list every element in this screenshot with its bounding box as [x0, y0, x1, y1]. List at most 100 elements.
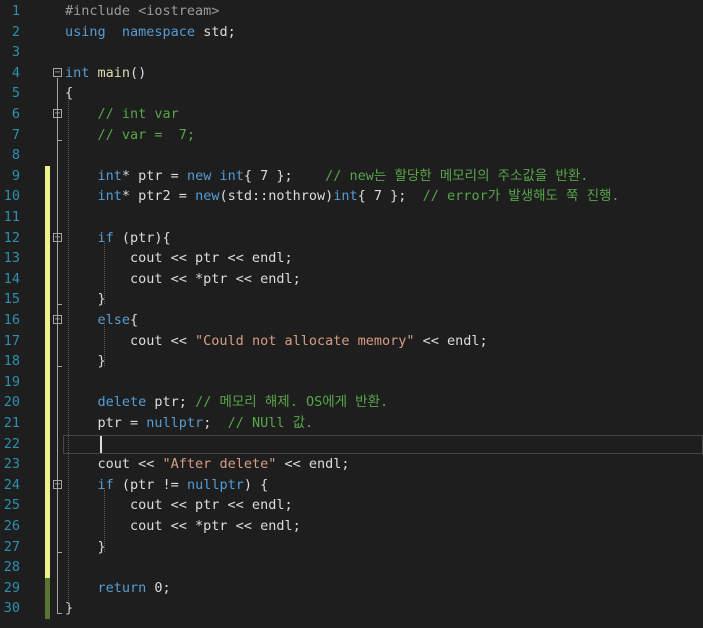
code-token: new [195, 188, 220, 205]
code-token: cout << [65, 456, 163, 473]
code-token: #include <iostream> [65, 3, 220, 19]
code-token: (ptr){ [113, 229, 171, 246]
code-token: new [186, 167, 212, 184]
code-line[interactable]: 30} [0, 598, 703, 619]
line-number: 28 [3, 559, 20, 576]
line-number: 2 [11, 23, 20, 40]
code-line[interactable]: 10 int* ptr2 = new(std::nothrow)int{ 7 }… [0, 186, 703, 207]
code-line[interactable]: 13 cout << ptr << endl; [0, 248, 703, 269]
code-line[interactable]: 19 [0, 371, 703, 393]
code-token: int [219, 167, 244, 184]
code-token: if [97, 476, 114, 493]
code-token: nullptr [186, 476, 244, 493]
code-token: cout << ptr << endl; [65, 250, 293, 267]
code-line[interactable]: 18 } [0, 351, 703, 372]
code-editor[interactable]: 1 #include <iostream> 2 using namespace std… [0, 0, 703, 628]
code-token: } [65, 600, 74, 617]
code-text: else{ [65, 310, 139, 331]
code-token: // 메모리 해제. OS에게 반환. [195, 394, 389, 411]
line-number: 16 [3, 312, 20, 328]
code-line[interactable]: 14 cout << *ptr << endl; [0, 268, 703, 290]
code-line[interactable]: 16− else{ [0, 310, 703, 331]
code-line[interactable]: 11 [0, 207, 703, 228]
code-token: nullptr [146, 415, 204, 431]
code-line[interactable]: 24− if (ptr != nullptr) { [0, 474, 703, 496]
code-line[interactable]: 25 cout << ptr << endl; [0, 495, 703, 516]
code-line[interactable]: 8 [0, 145, 703, 166]
code-text: int main() [65, 63, 146, 84]
code-token: << endl; [414, 332, 488, 349]
code-line[interactable]: 26 cout << *ptr << endl; [0, 516, 703, 537]
code-token: } [65, 353, 106, 370]
change-indicator [45, 536, 50, 558]
code-line[interactable]: 2 using namespace std; [0, 22, 703, 43]
code-token: } [65, 291, 106, 308]
line-number: 7 [11, 126, 20, 143]
code-line[interactable]: 17 cout << "Could not allocate memory" <… [0, 330, 703, 352]
change-indicator [45, 207, 50, 228]
code-text: cout << *ptr << endl; [65, 516, 301, 537]
indent-guide [104, 325, 105, 367]
code-text: int* ptr = new int{ 7 }; // new는 할당한 메모리… [65, 166, 589, 187]
code-line[interactable]: 23 cout << "After delete" << endl; [0, 454, 703, 475]
code-line[interactable]: 3 [0, 42, 703, 63]
code-line[interactable]: 7 // var = 7; [0, 125, 703, 146]
indent-guide [104, 242, 105, 305]
code-line[interactable]: 21 ptr = nullptr; // NUll 값. [0, 413, 703, 434]
line-number: 27 [3, 538, 20, 555]
line-number: 9 [11, 167, 20, 184]
code-token: ; [203, 415, 228, 431]
code-token: 0; [146, 579, 171, 596]
code-token: { [130, 312, 139, 328]
code-line[interactable]: 28 [0, 557, 703, 578]
code-line[interactable]: 9 int* ptr = new int{ 7 }; // new는 할당한 메… [0, 165, 703, 187]
text-cursor [100, 435, 102, 453]
code-token: int [97, 167, 122, 184]
change-indicator [45, 454, 50, 475]
line-number: 20 [3, 394, 20, 411]
code-line[interactable]: 15 } [0, 289, 703, 310]
code-text: } [65, 351, 106, 372]
line-number: 23 [3, 456, 20, 473]
change-indicator [45, 495, 50, 516]
fold-end-marker [57, 613, 62, 615]
code-token: // NUll 값. [227, 415, 314, 431]
code-token: return [97, 579, 147, 596]
code-line[interactable]: 1 #include <iostream> [0, 1, 703, 22]
line-number: 14 [3, 270, 20, 287]
code-text: // var = 7; [65, 125, 196, 146]
change-indicator [45, 289, 50, 310]
code-line[interactable]: 20 delete ptr; // 메모리 해제. OS에게 반환. [0, 392, 703, 413]
code-text: } [65, 598, 73, 619]
line-number: 29 [3, 579, 20, 596]
code-token: * ptr2 = [121, 188, 196, 205]
code-token: cout << [65, 332, 196, 349]
indent-guide [68, 98, 69, 614]
line-number: 25 [3, 497, 20, 514]
line-number: 1 [11, 3, 20, 19]
code-line[interactable]: 29 return 0; [0, 577, 703, 599]
code-token: * ptr = [121, 167, 187, 184]
change-indicator [45, 371, 50, 393]
line-number: 22 [3, 435, 20, 452]
collapse-icon[interactable]: − [53, 67, 62, 77]
code-token: delete [97, 394, 147, 411]
change-indicator [45, 186, 50, 207]
code-line[interactable]: 5{ [0, 83, 703, 104]
code-token: // int var [97, 106, 179, 122]
change-indicator [45, 474, 50, 496]
code-token: (std::nothrow) [219, 188, 334, 205]
code-token: // var = 7; [97, 126, 196, 143]
code-line[interactable]: 4 − int main() [0, 63, 703, 84]
change-indicator [45, 392, 50, 413]
code-token: ptr = [65, 415, 147, 431]
code-line[interactable]: 12− if (ptr){ [0, 227, 703, 249]
code-line[interactable]: 27 } [0, 536, 703, 558]
code-token: ptr; [146, 394, 196, 411]
code-line[interactable]: 6− // int var [0, 104, 703, 125]
